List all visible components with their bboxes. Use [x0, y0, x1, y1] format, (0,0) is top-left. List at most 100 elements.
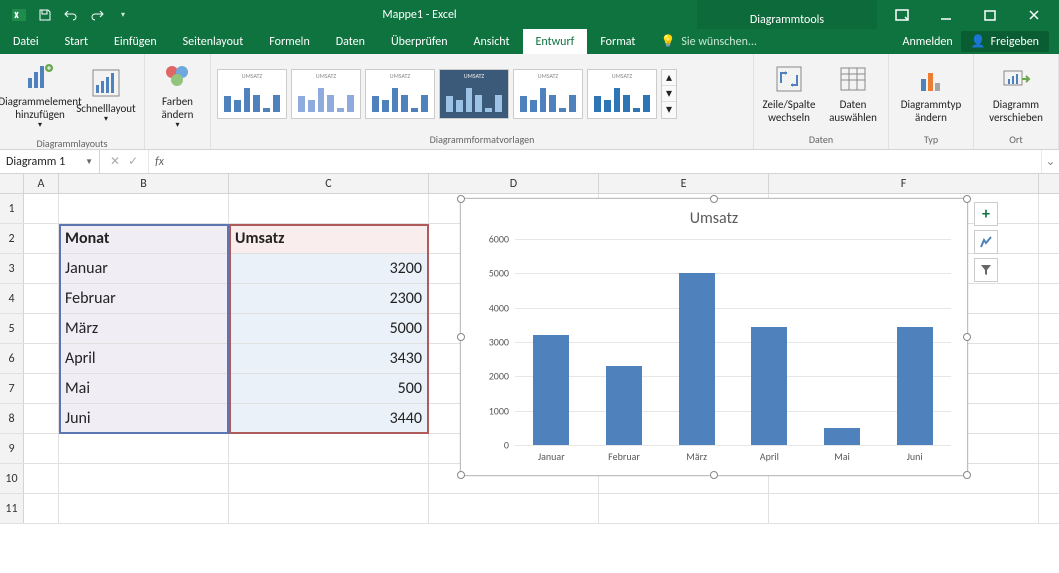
chart-style-4[interactable]: UMSATZ — [439, 69, 509, 119]
cell[interactable] — [59, 464, 229, 493]
resize-handle[interactable] — [457, 195, 465, 203]
cell[interactable]: Juni — [59, 404, 229, 433]
resize-handle[interactable] — [963, 333, 971, 341]
move-chart-button[interactable]: Diagramm verschieben — [982, 61, 1050, 126]
cell[interactable] — [429, 494, 599, 523]
maximize-icon[interactable] — [969, 0, 1011, 29]
tab-view[interactable]: Ansicht — [461, 29, 523, 54]
minimize-icon[interactable] — [925, 0, 967, 29]
close-icon[interactable] — [1013, 0, 1055, 29]
tab-start[interactable]: Start — [52, 29, 101, 54]
chart-filters-button[interactable] — [974, 258, 998, 282]
chart-bar[interactable] — [824, 428, 860, 445]
row-header[interactable]: 11 — [0, 494, 24, 523]
row-header[interactable]: 10 — [0, 464, 24, 493]
embedded-chart[interactable]: Umsatz 0100020003000400050006000JanuarFe… — [460, 198, 968, 476]
chart-style-5[interactable]: UMSATZ — [513, 69, 583, 119]
undo-icon[interactable] — [60, 4, 82, 26]
resize-handle[interactable] — [457, 333, 465, 341]
cell[interactable]: 3200 — [229, 254, 429, 283]
cell[interactable] — [599, 494, 769, 523]
resize-handle[interactable] — [710, 471, 718, 479]
signin-link[interactable]: Anmelden — [903, 35, 953, 49]
chart-bar[interactable] — [897, 327, 933, 445]
cell[interactable] — [24, 344, 59, 373]
chart-style-6[interactable]: UMSATZ — [587, 69, 657, 119]
quick-layout-button[interactable]: Schnelllayout ▾ — [76, 65, 136, 127]
row-header[interactable]: 5 — [0, 314, 24, 343]
formula-bar[interactable] — [170, 150, 1041, 173]
resize-handle[interactable] — [710, 195, 718, 203]
resize-handle[interactable] — [963, 471, 971, 479]
cell[interactable] — [24, 254, 59, 283]
chart-bar[interactable] — [679, 273, 715, 445]
cell[interactable] — [24, 194, 59, 223]
row-header[interactable]: 9 — [0, 434, 24, 463]
chart-bar[interactable] — [606, 366, 642, 445]
tab-pagelayout[interactable]: Seitenlayout — [170, 29, 257, 54]
chart-elements-button[interactable]: + — [974, 202, 998, 226]
tab-insert[interactable]: Einfügen — [101, 29, 170, 54]
cell[interactable] — [24, 434, 59, 463]
cell[interactable] — [229, 434, 429, 463]
cell-header-month[interactable]: Monat — [59, 224, 229, 253]
resize-handle[interactable] — [963, 195, 971, 203]
fx-icon[interactable]: fx — [149, 150, 170, 173]
chart-title[interactable]: Umsatz — [467, 205, 961, 230]
chart-styles-button[interactable] — [974, 230, 998, 254]
chart-style-2[interactable]: UMSATZ — [291, 69, 361, 119]
cell[interactable] — [59, 494, 229, 523]
cell[interactable]: April — [59, 344, 229, 373]
cell[interactable] — [24, 284, 59, 313]
ribbon-display-options-icon[interactable] — [881, 0, 923, 29]
select-data-button[interactable]: Daten auswählen — [823, 61, 883, 126]
cell[interactable] — [229, 194, 429, 223]
cell[interactable] — [24, 494, 59, 523]
cell[interactable] — [769, 494, 1039, 523]
tab-design[interactable]: Entwurf — [523, 29, 588, 54]
save-icon[interactable] — [34, 4, 56, 26]
col-header-A[interactable]: A — [24, 174, 59, 193]
add-chart-element-button[interactable]: Diagrammelement hinzufügen ▾ — [8, 58, 72, 133]
chart-style-1[interactable]: UMSATZ — [217, 69, 287, 119]
cell[interactable]: Januar — [59, 254, 229, 283]
enter-formula-icon[interactable]: ✓ — [128, 154, 138, 169]
expand-formula-bar-icon[interactable]: ⌄ — [1041, 150, 1059, 173]
tab-review[interactable]: Überprüfen — [378, 29, 461, 54]
cell[interactable] — [24, 314, 59, 343]
name-box[interactable]: Diagramm 1 ▼ — [0, 150, 100, 173]
cell[interactable]: März — [59, 314, 229, 343]
row-header[interactable]: 2 — [0, 224, 24, 253]
cell[interactable]: 3430 — [229, 344, 429, 373]
cell[interactable]: Mai — [59, 374, 229, 403]
redo-icon[interactable] — [86, 4, 108, 26]
cell[interactable]: 500 — [229, 374, 429, 403]
col-header-B[interactable]: B — [59, 174, 229, 193]
switch-row-column-button[interactable]: Zeile/Spalte wechseln — [759, 61, 819, 126]
cell[interactable]: 2300 — [229, 284, 429, 313]
chart-bar[interactable] — [533, 335, 569, 445]
col-header-C[interactable]: C — [229, 174, 429, 193]
tell-me-bulb-icon[interactable]: 💡 — [660, 34, 675, 49]
tab-format[interactable]: Format — [587, 29, 648, 54]
worksheet-grid[interactable]: A B C D E F 1 2MonatUmsatz 3Januar3200 4… — [0, 174, 1059, 568]
col-header-F[interactable]: F — [769, 174, 1039, 193]
change-colors-button[interactable]: Farben ändern ▾ — [148, 58, 208, 133]
cell[interactable]: Februar — [59, 284, 229, 313]
chart-style-3[interactable]: UMSATZ — [365, 69, 435, 119]
resize-handle[interactable] — [457, 471, 465, 479]
chart-styles-more[interactable]: ▴▾▾ — [661, 69, 677, 119]
tab-file[interactable]: Datei — [0, 29, 52, 54]
tell-me-input[interactable]: Sie wünschen... — [681, 35, 757, 49]
cancel-formula-icon[interactable]: ✕ — [110, 154, 120, 169]
cell[interactable] — [59, 194, 229, 223]
chart-bar[interactable] — [751, 327, 787, 445]
chart-plot-area[interactable]: 0100020003000400050006000JanuarFebruarMä… — [515, 239, 951, 445]
formula-input[interactable] — [176, 154, 1035, 170]
tab-data[interactable]: Daten — [323, 29, 378, 54]
cell[interactable]: 5000 — [229, 314, 429, 343]
col-header-D[interactable]: D — [429, 174, 599, 193]
cell[interactable] — [24, 374, 59, 403]
row-header[interactable]: 1 — [0, 194, 24, 223]
cell[interactable] — [24, 404, 59, 433]
